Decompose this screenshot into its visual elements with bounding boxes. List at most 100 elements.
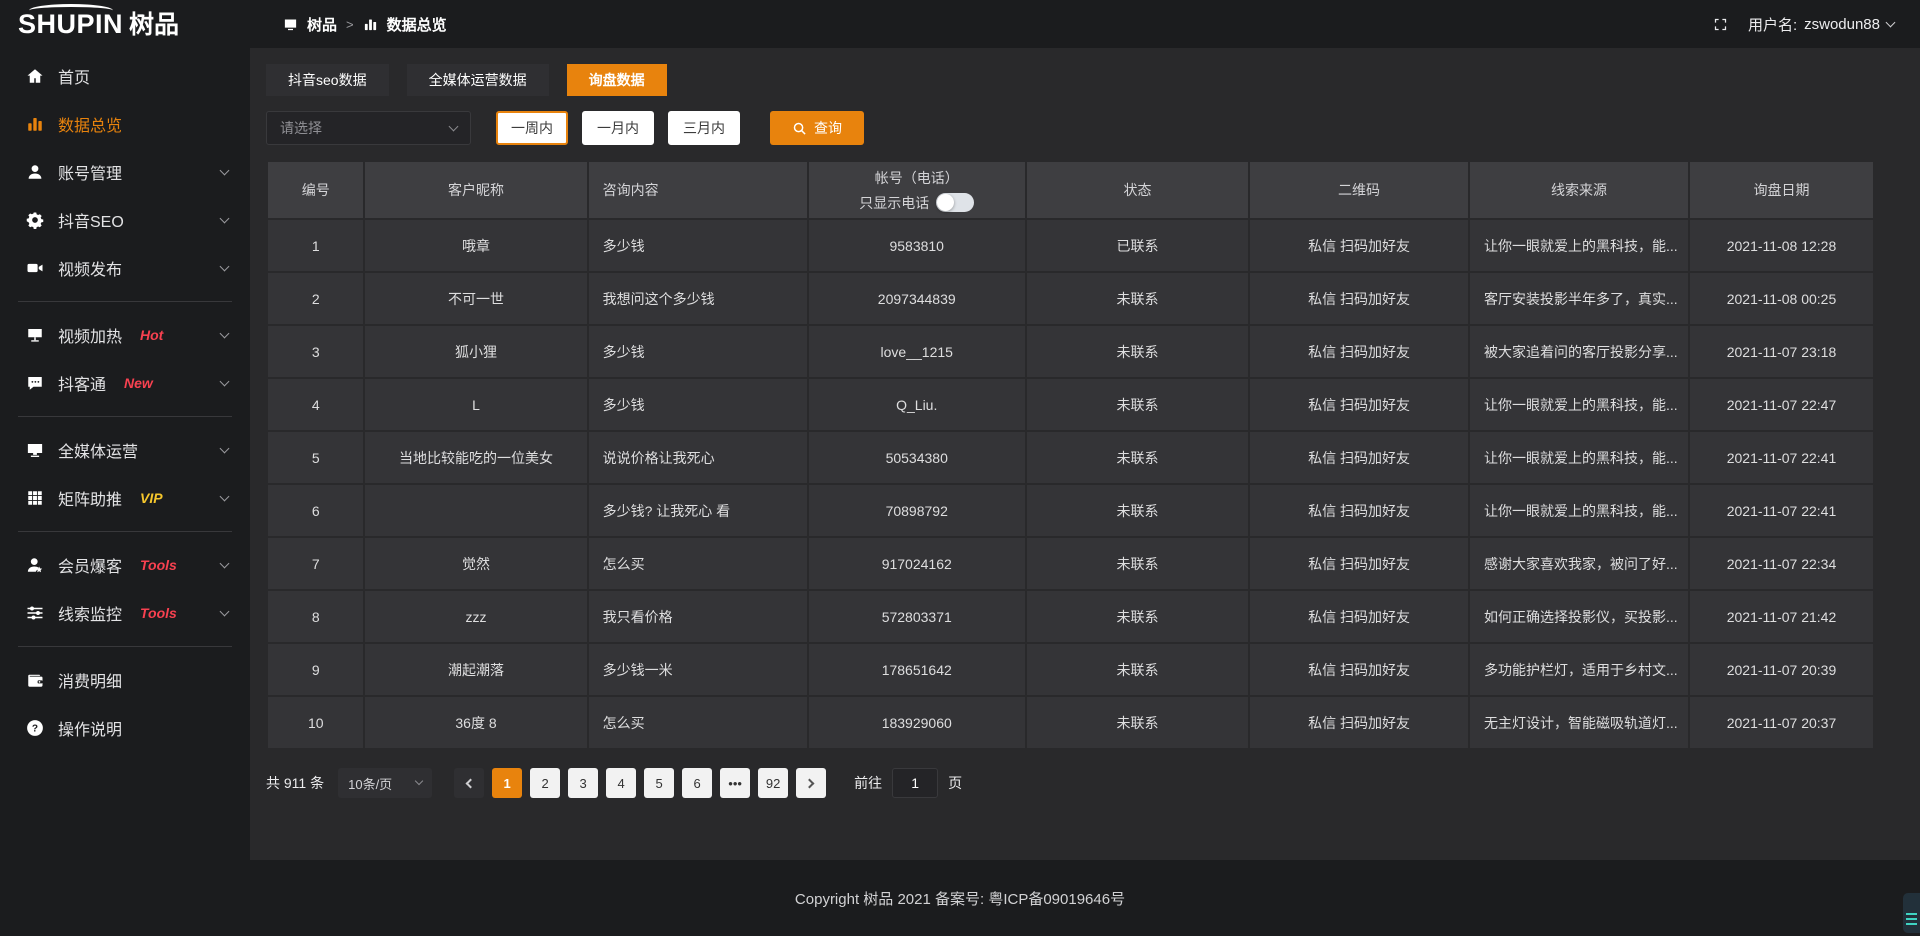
sidebar-item-label: 矩阵助推 — [58, 486, 122, 510]
cell-source-link[interactable]: 让你一眼就爱上的黑科技，能... — [1470, 220, 1688, 271]
app-icon — [283, 17, 298, 32]
date-range-group: 一周内一月内三月内 — [496, 111, 740, 145]
cell-status: 未联系 — [1027, 379, 1248, 430]
sidebar-item-label: 抖客通 — [58, 371, 106, 395]
range-button-0[interactable]: 一周内 — [496, 111, 568, 145]
sidebar-divider — [18, 531, 232, 532]
sidebar-item-12[interactable]: 会员爆客Tools — [0, 541, 250, 589]
sidebar-item-0[interactable]: 首页 — [0, 52, 250, 100]
sidebar-item-7[interactable]: 抖客通New — [0, 359, 250, 407]
cell-no: 1 — [268, 220, 363, 271]
chevron-down-icon — [220, 262, 230, 272]
cell-content: 我只看价格 — [589, 591, 807, 642]
sidebar-item-label: 线索监控 — [58, 601, 122, 625]
sidebar-item-label: 操作说明 — [58, 716, 122, 740]
page-button-92[interactable]: 92 — [758, 768, 788, 798]
sidebar-item-1[interactable]: 数据总览 — [0, 100, 250, 148]
cell-source-link[interactable]: 如何正确选择投影仪，买投影... — [1470, 591, 1688, 642]
cell-content: 多少钱一米 — [589, 644, 807, 695]
total-count: 共 911 条 — [266, 773, 324, 793]
cell-source-link[interactable]: 让你一眼就爱上的黑科技，能... — [1470, 379, 1688, 430]
user-name: zswodun88 — [1804, 16, 1880, 33]
cell-qr-link[interactable]: 私信 扫码加好友 — [1250, 273, 1468, 324]
chevron-down-icon — [220, 607, 230, 617]
sidebar-item-2[interactable]: 账号管理 — [0, 148, 250, 196]
cell-source-link[interactable]: 无主灯设计，智能磁吸轨道灯... — [1470, 697, 1688, 748]
cell-source-link[interactable]: 让你一眼就爱上的黑科技，能... — [1470, 432, 1688, 483]
cell-qr-link[interactable]: 私信 扫码加好友 — [1250, 220, 1468, 271]
customer-service-widget[interactable] — [1903, 893, 1920, 933]
chevron-left-icon — [466, 778, 476, 788]
page-button-6[interactable]: 6 — [682, 768, 712, 798]
main-content: 抖音seo数据全媒体运营数据询盘数据 请选择 一周内一月内三月内 查询 编号客户… — [250, 48, 1920, 860]
page-button-1[interactable]: 1 — [492, 768, 522, 798]
phone-only-toggle[interactable] — [936, 193, 974, 212]
cell-source-link[interactable]: 客厅安装投影半年多了，真实... — [1470, 273, 1688, 324]
tab-1[interactable]: 全媒体运营数据 — [407, 64, 549, 96]
page-size-select[interactable]: 10条/页 — [338, 768, 432, 798]
cell-nickname: 哦章 — [365, 220, 586, 271]
cell-qr-link[interactable]: 私信 扫码加好友 — [1250, 697, 1468, 748]
page-button-2[interactable]: 2 — [530, 768, 560, 798]
cell-date: 2021-11-07 22:41 — [1690, 485, 1873, 536]
cell-qr-link[interactable]: 私信 扫码加好友 — [1250, 538, 1468, 589]
cell-account: love__1215 — [809, 326, 1025, 377]
sidebar-item-4[interactable]: 视频发布 — [0, 244, 250, 292]
search-button[interactable]: 查询 — [770, 111, 864, 145]
ellipsis-page-button[interactable]: ••• — [720, 768, 750, 798]
cell-qr-link[interactable]: 私信 扫码加好友 — [1250, 432, 1468, 483]
cell-no: 2 — [268, 273, 363, 324]
next-page-button[interactable] — [796, 768, 826, 798]
sidebar-item-10[interactable]: 矩阵助推VIP — [0, 474, 250, 522]
sidebar-badge: Tools — [140, 605, 177, 621]
fullscreen-icon[interactable] — [1713, 17, 1728, 32]
user-menu[interactable]: 用户名: zswodun88 — [1748, 14, 1894, 35]
tab-0[interactable]: 抖音seo数据 — [266, 64, 389, 96]
sidebar-item-16[interactable]: ? 操作说明 — [0, 704, 250, 752]
col-header-2: 咨询内容 — [589, 162, 807, 218]
chevron-down-icon — [220, 492, 230, 502]
col-header-3: 帐号（电话）只显示电话 — [809, 162, 1025, 218]
sidebar-item-15[interactable]: 消费明细 — [0, 656, 250, 704]
sidebar-item-9[interactable]: 全媒体运营 — [0, 426, 250, 474]
sidebar-item-6[interactable]: 视频加热Hot — [0, 311, 250, 359]
cell-date: 2021-11-08 00:25 — [1690, 273, 1873, 324]
page-button-5[interactable]: 5 — [644, 768, 674, 798]
cell-nickname: 不可一世 — [365, 273, 586, 324]
cell-qr-link[interactable]: 私信 扫码加好友 — [1250, 591, 1468, 642]
sidebar-item-13[interactable]: 线索监控 Tools — [0, 589, 250, 637]
table-row: 3狐小狸多少钱love__1215未联系私信 扫码加好友被大家追着问的客厅投影分… — [268, 326, 1873, 377]
table-row: 4L多少钱Q_Liu.未联系私信 扫码加好友让你一眼就爱上的黑科技，能...20… — [268, 379, 1873, 430]
account-select[interactable]: 请选择 — [266, 111, 471, 145]
cell-status: 未联系 — [1027, 644, 1248, 695]
cell-qr-link[interactable]: 私信 扫码加好友 — [1250, 379, 1468, 430]
goto-label: 前往 — [854, 773, 882, 793]
cell-source-link[interactable]: 多功能护栏灯，适用于乡村文... — [1470, 644, 1688, 695]
cell-source-link[interactable]: 感谢大家喜欢我家，被问了好... — [1470, 538, 1688, 589]
range-button-1[interactable]: 一月内 — [582, 111, 654, 145]
search-button-label: 查询 — [814, 118, 842, 138]
cell-date: 2021-11-08 12:28 — [1690, 220, 1873, 271]
sidebar-badge: Hot — [140, 327, 163, 343]
page-button-4[interactable]: 4 — [606, 768, 636, 798]
goto-page-input[interactable] — [892, 768, 938, 798]
cell-source-link[interactable]: 被大家追着问的客厅投影分享... — [1470, 326, 1688, 377]
cell-content: 我想问这个多少钱 — [589, 273, 807, 324]
col-header-4: 状态 — [1027, 162, 1248, 218]
cell-source-link[interactable]: 让你一眼就爱上的黑科技，能... — [1470, 485, 1688, 536]
breadcrumb-root[interactable]: 树品 — [307, 14, 337, 35]
sidebar-item-3[interactable]: 抖音SEO — [0, 196, 250, 244]
topbar: SHUPIN 树品 树品 > 数据总览 用户名: zswodun88 — [0, 0, 1920, 48]
range-button-2[interactable]: 三月内 — [668, 111, 740, 145]
cell-status: 未联系 — [1027, 273, 1248, 324]
cell-no: 8 — [268, 591, 363, 642]
cell-qr-link[interactable]: 私信 扫码加好友 — [1250, 485, 1468, 536]
cell-qr-link[interactable]: 私信 扫码加好友 — [1250, 326, 1468, 377]
bar-chart-icon — [26, 115, 44, 133]
cell-qr-link[interactable]: 私信 扫码加好友 — [1250, 644, 1468, 695]
brand-logo-en: SHUPIN — [18, 11, 123, 38]
question-icon: ? — [26, 719, 44, 737]
prev-page-button[interactable] — [454, 768, 484, 798]
tab-2[interactable]: 询盘数据 — [567, 64, 667, 96]
page-button-3[interactable]: 3 — [568, 768, 598, 798]
